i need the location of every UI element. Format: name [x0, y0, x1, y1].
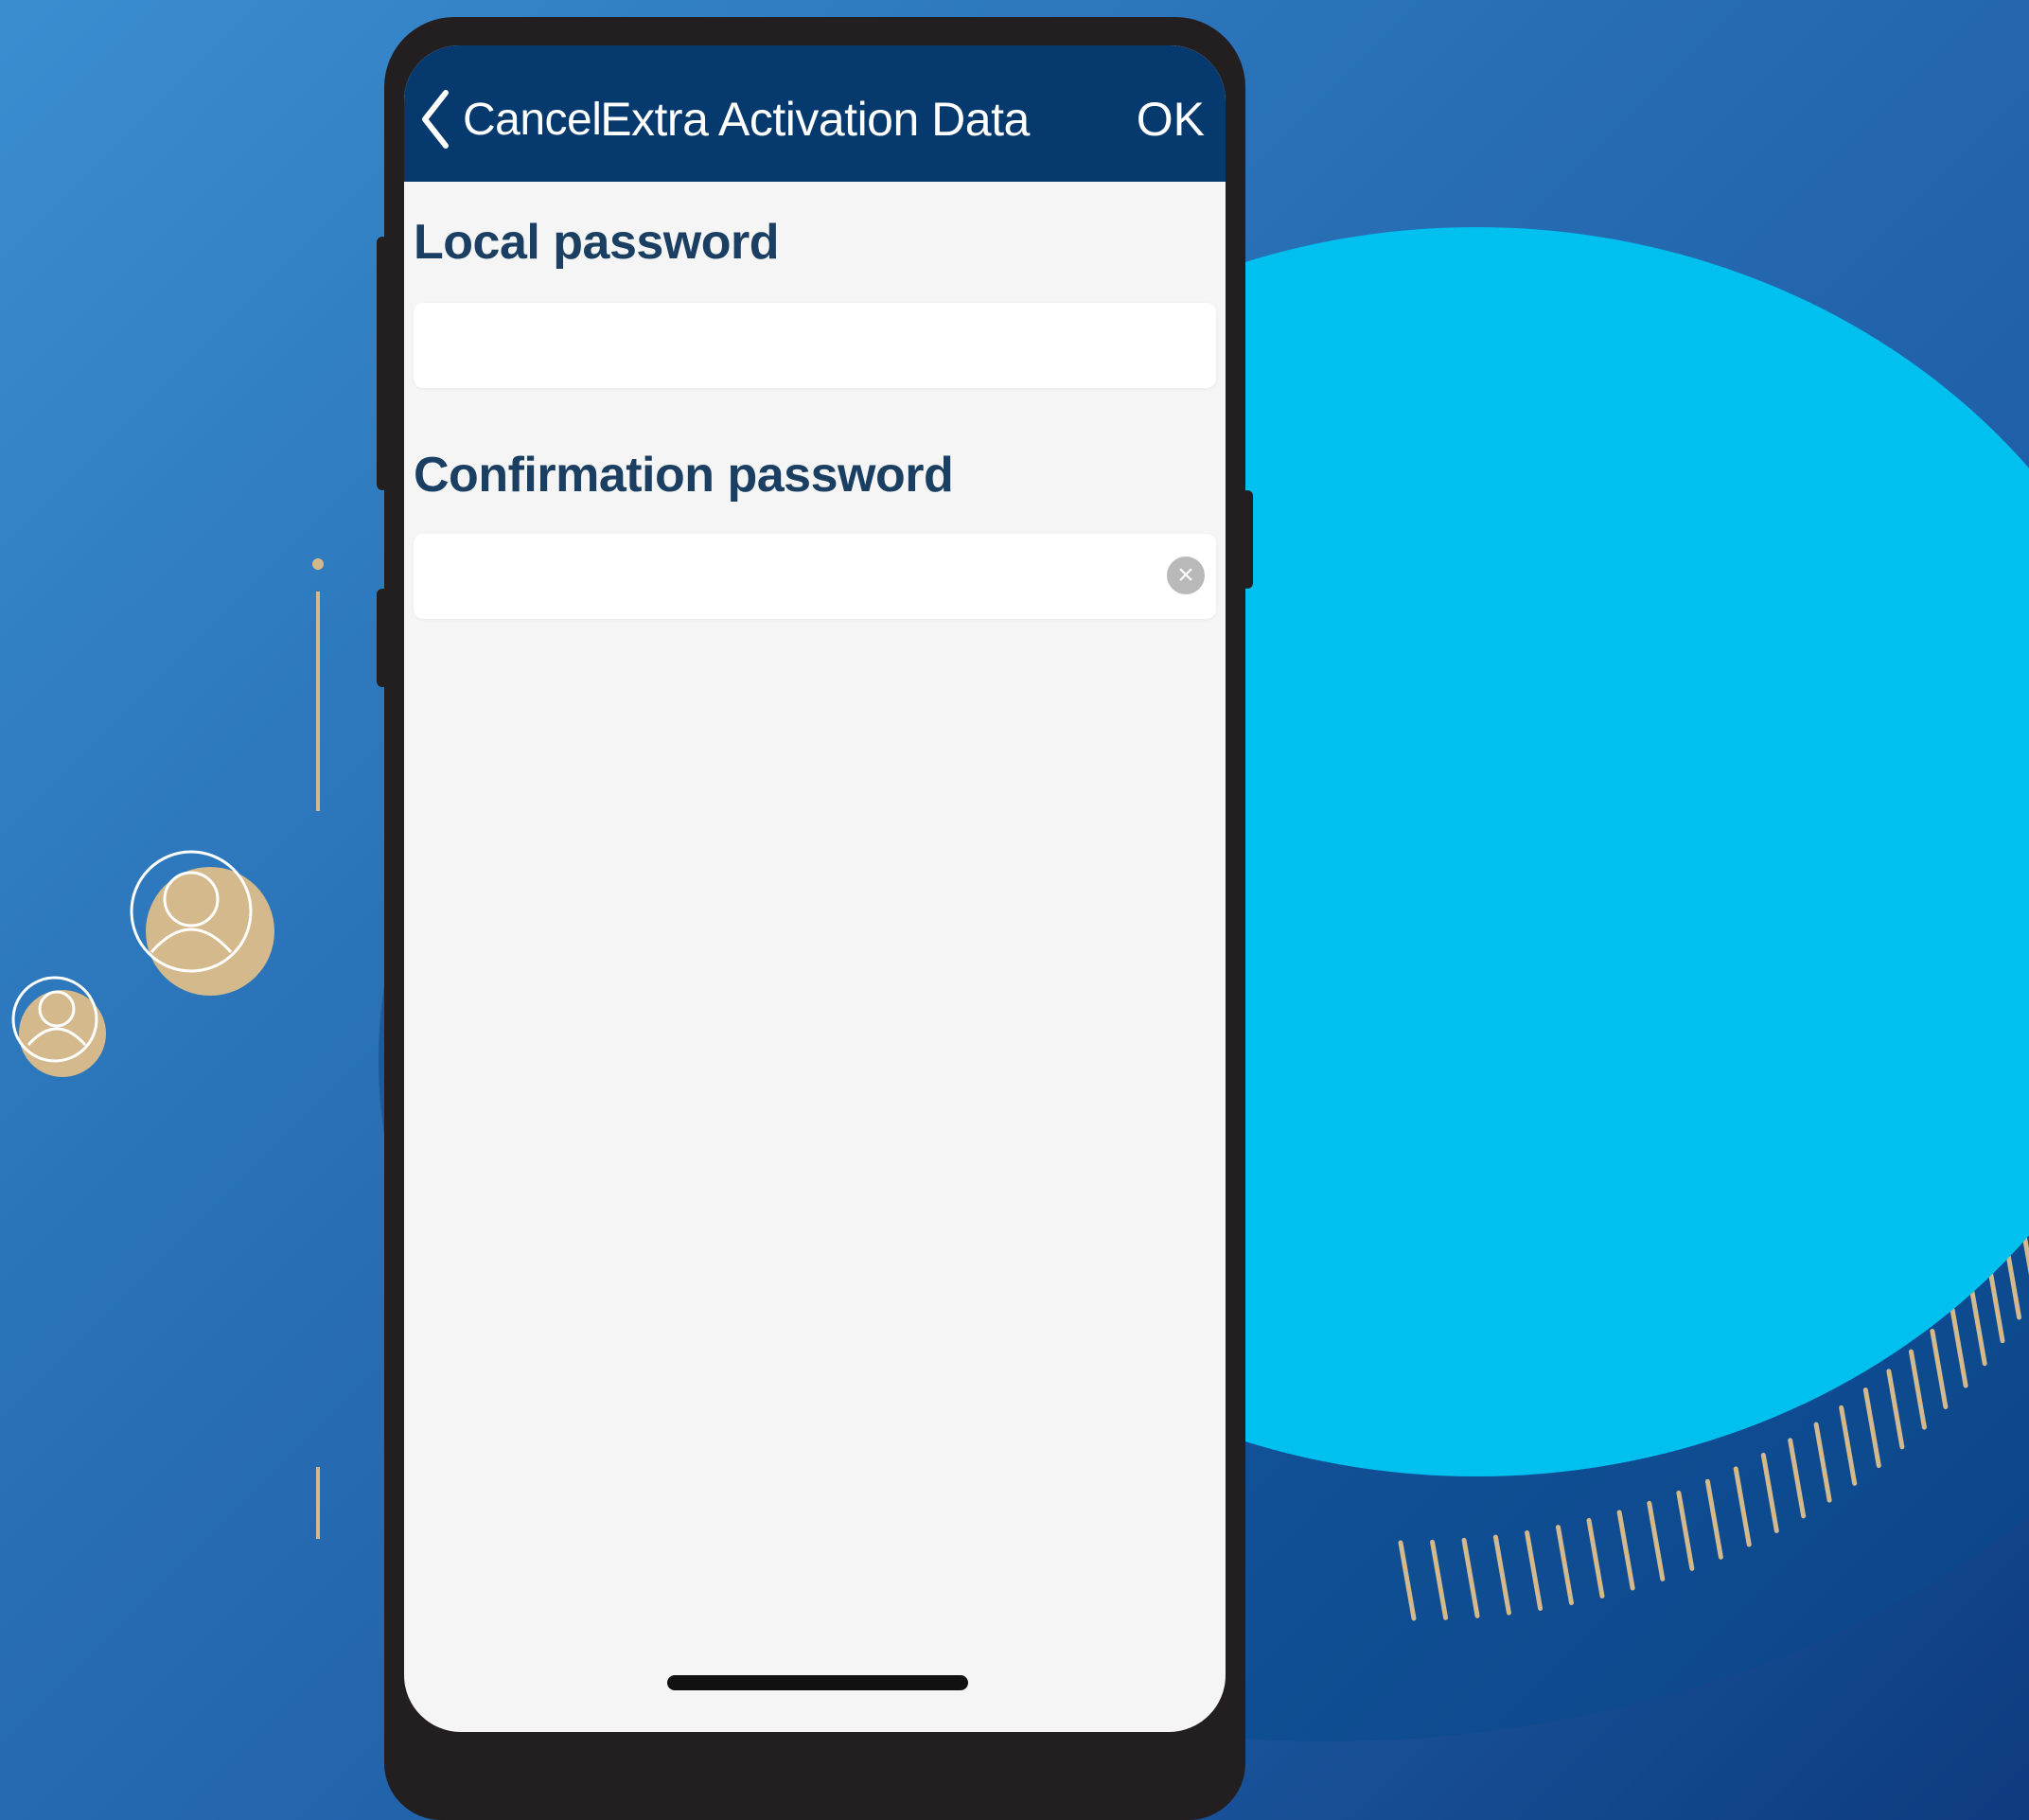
- phone-screen: Cancel Extra Activation Data OK Local pa…: [404, 45, 1226, 1732]
- phone-frame: Cancel Extra Activation Data OK Local pa…: [384, 17, 1245, 1820]
- confirmation-password-input[interactable]: [414, 534, 1216, 619]
- local-password-input[interactable]: [414, 303, 1216, 388]
- confirmation-password-label: Confirmation password: [414, 448, 954, 503]
- chevron-left-icon: [422, 90, 449, 149]
- page-title: Extra Activation Data: [600, 93, 1030, 146]
- confirmation-password-field[interactable]: ×: [414, 534, 1216, 619]
- user-icon: [130, 850, 274, 996]
- ok-button[interactable]: OK: [1137, 81, 1205, 157]
- user-icon: [11, 976, 106, 1077]
- clear-circle-icon[interactable]: ×: [1167, 557, 1205, 594]
- navigation-bar: Cancel Extra Activation Data OK: [404, 45, 1226, 182]
- gold-dot: [312, 558, 324, 570]
- local-password-label: Local password: [414, 215, 780, 270]
- local-password-field[interactable]: [414, 303, 1216, 388]
- home-indicator[interactable]: [667, 1675, 968, 1690]
